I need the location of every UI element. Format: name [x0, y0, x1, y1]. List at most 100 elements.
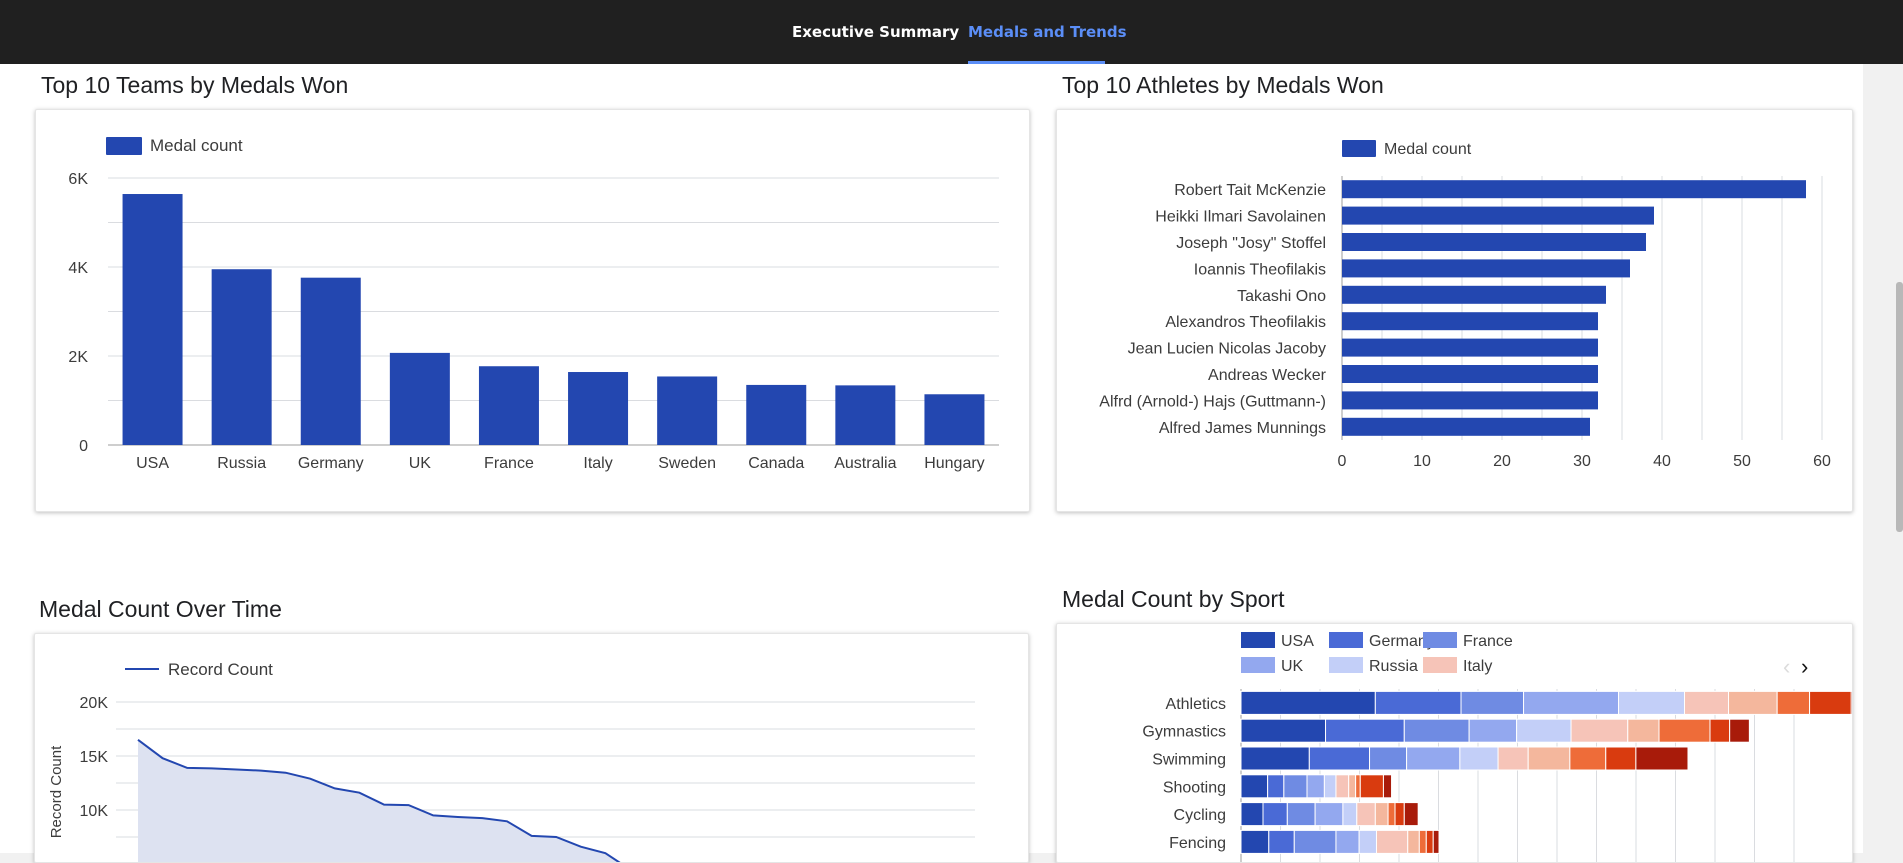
sport-stacked-bar-chart: USA Germany FranceUK Russia ItalyAthleticsGy… [1142, 632, 1852, 862]
athletes-chart-card: Medal count 0 10 20 30 40 50 60 Robert Tait McKe… [1056, 109, 1853, 512]
tab-executive-summary[interactable]: Executive Summary [792, 23, 959, 41]
athletes-chart-title: Top 10 Athletes by Medals Won [1062, 72, 1384, 98]
bar [211, 269, 272, 445]
bar-segment [1729, 718, 1750, 743]
athletes-bar-chart: Medal count 0 10 20 30 40 50 60 Robert Tait McKe… [1099, 140, 1831, 470]
bar [1342, 285, 1606, 304]
x-tick-label: USA [136, 455, 169, 472]
bar-segment [1468, 718, 1518, 743]
x-tick-label: France [484, 455, 534, 472]
bar-segment [1335, 829, 1360, 854]
teams-chart-card: Medal count 0 2K 4K 6K USA Russia Germany UK Fran… [35, 109, 1030, 512]
scrollbar-thumb[interactable] [1896, 282, 1903, 532]
bar [122, 194, 183, 445]
bar-segment [1403, 718, 1470, 743]
bar-segment [1627, 718, 1660, 743]
legend-prev-arrow[interactable]: ‹ [1783, 656, 1790, 678]
legend-swatch [1423, 632, 1457, 648]
bar-segment [1618, 690, 1686, 715]
bar [835, 385, 896, 445]
bar [1342, 312, 1598, 331]
bar-segment [1325, 718, 1405, 743]
bar [924, 394, 985, 445]
bar-segment [1523, 690, 1620, 715]
y-tick-label: 20K [80, 695, 109, 712]
bar-segment [1407, 829, 1420, 854]
legend-swatch [1329, 632, 1363, 648]
x-tick-label: UK [409, 455, 432, 472]
y-tick-label: Alfred James Munnings [1159, 420, 1326, 437]
bar-segment [1809, 690, 1852, 715]
bar-segment [1403, 802, 1419, 827]
sport-chart-card: USA Germany France UK Russia Italy Athletics Gy… [1056, 623, 1853, 863]
x-tick-label: 0 [1338, 453, 1347, 470]
legend-label: Medal count [1384, 141, 1472, 158]
legend-swatch [106, 137, 142, 155]
legend-label: Medal count [150, 136, 243, 155]
legend-label: USA [1281, 633, 1314, 650]
bar-segment [1387, 802, 1396, 827]
bar-segment [1635, 746, 1689, 771]
bar-segment [1369, 746, 1408, 771]
bar-segment [1418, 829, 1427, 854]
y-tick-label: 10K [80, 803, 109, 820]
y-tick-label: 4K [68, 260, 88, 277]
bar [657, 376, 718, 445]
y-tick-label: Shooting [1163, 779, 1226, 796]
bar-segment [1323, 774, 1337, 799]
legend-swatch [1342, 140, 1376, 157]
bar-segment [1374, 690, 1462, 715]
bar-segment [1314, 802, 1344, 827]
bar-segment [1240, 802, 1264, 827]
y-tick-label: Gymnastics [1142, 724, 1226, 741]
bar-segment [1356, 802, 1376, 827]
y-tick-label: Alexandros Theofilakis [1165, 314, 1326, 331]
bar-segment [1382, 774, 1393, 799]
bar [746, 384, 807, 445]
y-tick-label: Fencing [1169, 835, 1226, 852]
bar-segment [1425, 829, 1434, 854]
x-tick-label: Russia [217, 455, 266, 472]
y-tick-label: Ioannis Theofilakis [1194, 261, 1326, 278]
legend-label: France [1463, 633, 1513, 650]
bar [1342, 180, 1806, 199]
bar-segment [1527, 746, 1571, 771]
y-tick-label: Cycling [1174, 807, 1226, 824]
x-tick-label: Germany [298, 455, 364, 472]
bar [1342, 206, 1654, 225]
bar-segment [1267, 774, 1285, 799]
bar-segment [1240, 746, 1310, 771]
bar-segment [1240, 829, 1270, 854]
time-chart-card: Record Count 10K 15K 20K Record Count [34, 633, 1029, 863]
legend-swatch [1241, 632, 1275, 648]
x-tick-label: 20 [1493, 453, 1511, 470]
bar-segment [1728, 690, 1778, 715]
x-tick-label: Hungary [924, 455, 984, 472]
legend-swatch [1423, 657, 1457, 673]
bar-segment [1658, 718, 1711, 743]
bar-segment [1570, 718, 1629, 743]
y-tick-label: 0 [79, 438, 88, 455]
bar-segment [1359, 774, 1384, 799]
area-fill [138, 739, 619, 862]
bar [1342, 259, 1630, 278]
y-tick-label: Robert Tait McKenzie [1174, 182, 1326, 199]
bar-segment [1335, 774, 1350, 799]
bar-segment [1709, 718, 1731, 743]
bar-segment [1286, 802, 1316, 827]
legend-label: UK [1281, 658, 1304, 675]
legend-next-arrow[interactable]: › [1801, 656, 1808, 678]
x-tick-label: 40 [1653, 453, 1671, 470]
bar-segment [1262, 802, 1288, 827]
y-tick-label: Swimming [1152, 752, 1226, 769]
tab-medals-and-trends[interactable]: Medals and Trends [968, 23, 1127, 41]
bar [1342, 365, 1598, 383]
top-nav-bar: Executive Summary Medals and Trends [0, 0, 1903, 64]
x-tick-label: 30 [1573, 453, 1591, 470]
y-tick-label: Jean Lucien Nicolas Jacoby [1128, 341, 1326, 358]
bar-segment [1293, 829, 1337, 854]
x-tick-label: Australia [834, 455, 896, 472]
bar [1342, 391, 1598, 410]
x-tick-label: Sweden [658, 455, 716, 472]
y-tick-label: 6K [68, 171, 88, 188]
